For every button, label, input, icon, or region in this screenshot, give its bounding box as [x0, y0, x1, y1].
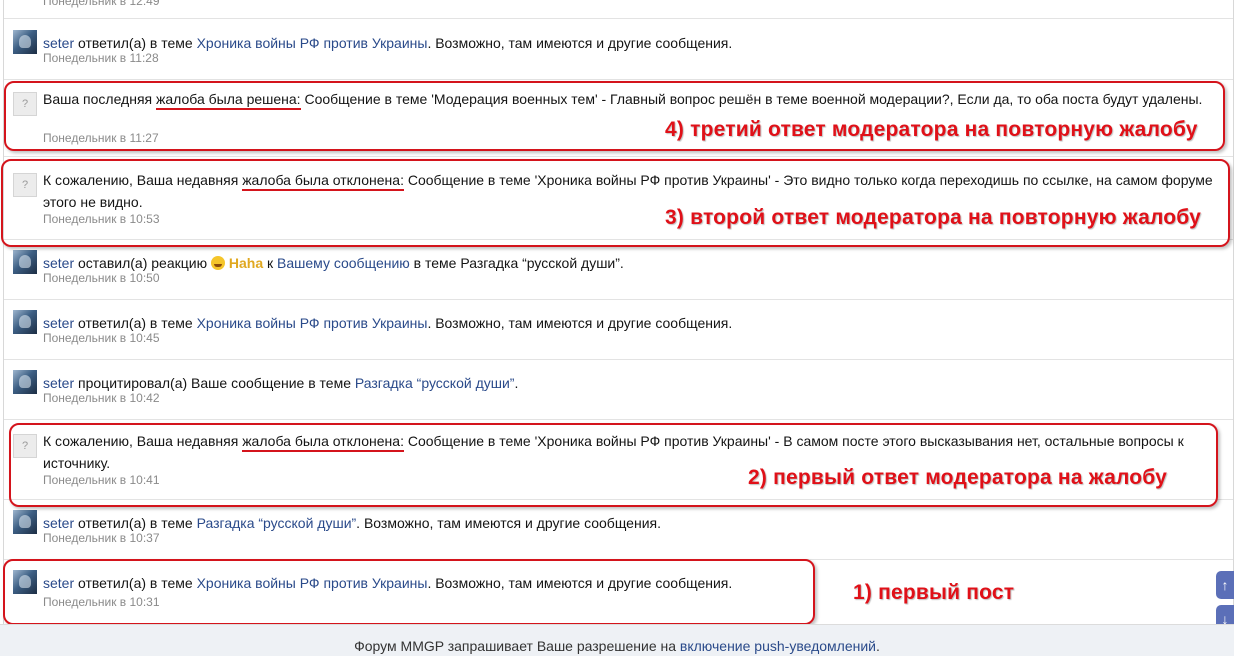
alert-time: Понедельник в 11:28 [43, 51, 159, 65]
avatar[interactable] [13, 310, 37, 334]
thread-link[interactable]: Разгадка “русской души” [197, 515, 357, 531]
avatar[interactable] [13, 370, 37, 394]
alert-text: seter ответил(а) в теме Хроника войны РФ… [43, 35, 733, 51]
user-link[interactable]: seter [43, 375, 74, 391]
user-link[interactable]: seter [43, 315, 74, 331]
annotation-box [3, 559, 815, 625]
thread-link[interactable]: Хроника войны РФ против Украины [197, 315, 428, 331]
avatar[interactable] [13, 30, 37, 54]
alert-time: Понедельник в 10:50 [43, 271, 160, 285]
alert-text: seter оставил(а) реакцию Haha к Вашему с… [43, 255, 624, 271]
alert-item: seter оставил(а) реакцию Haha к Вашему с… [4, 240, 1233, 300]
alert-time: Понедельник в 10:42 [43, 391, 160, 405]
scroll-up-button[interactable]: ↑ [1216, 571, 1234, 599]
alert-text: seter ответил(а) в теме Разгадка “русско… [43, 515, 661, 531]
avatar[interactable] [13, 250, 37, 274]
annotation-box [1, 159, 1230, 247]
alert-item: seter ответил(а) в теме Хроника войны РФ… [4, 20, 1233, 80]
annotation-label: 1) первый пост [853, 581, 1015, 604]
alert-item: seter ответил(а) в теме Хроника войны РФ… [4, 300, 1233, 360]
post-link[interactable]: Вашему сообщению [277, 255, 410, 271]
annotation-label: 3) второй ответ модератора на повторную … [665, 206, 1202, 229]
avatar[interactable] [13, 510, 37, 534]
alert-item: seter процитировал(а) Ваше сообщение в т… [4, 360, 1233, 420]
alert-text: seter процитировал(а) Ваше сообщение в т… [43, 375, 519, 391]
enable-push-link[interactable]: включение push-уведомлений [680, 638, 876, 654]
alert-time: Понедельник в 10:45 [43, 331, 160, 345]
push-permission-bar: Форум MMGP запрашивает Ваше разрешение н… [0, 624, 1234, 656]
alert-item: seter ответил(а) в теме Разгадка “русско… [4, 500, 1233, 560]
user-link[interactable]: seter [43, 35, 74, 51]
alert-time: Понедельник в 12:49 [43, 0, 160, 8]
annotation-box [9, 423, 1218, 507]
thread-link[interactable]: Хроника войны РФ против Украины [197, 35, 428, 51]
alert-item-partial: Понедельник в 12:49 [4, 0, 1233, 19]
annotation-label: 4) третий ответ модератора на повторную … [665, 118, 1198, 141]
haha-reaction-icon [210, 256, 225, 270]
annotation-label: 2) первый ответ модератора на жалобу [748, 466, 1168, 489]
alert-time: Понедельник в 10:37 [43, 531, 160, 545]
reaction-label: Haha [228, 255, 264, 271]
alerts-feed: Понедельник в 12:49 seter ответил(а) в т… [0, 0, 1234, 633]
thread-link[interactable]: Разгадка “русской души” [355, 375, 515, 391]
user-link[interactable]: seter [43, 515, 74, 531]
user-link[interactable]: seter [43, 255, 74, 271]
alert-text: seter ответил(а) в теме Хроника войны РФ… [43, 315, 733, 331]
